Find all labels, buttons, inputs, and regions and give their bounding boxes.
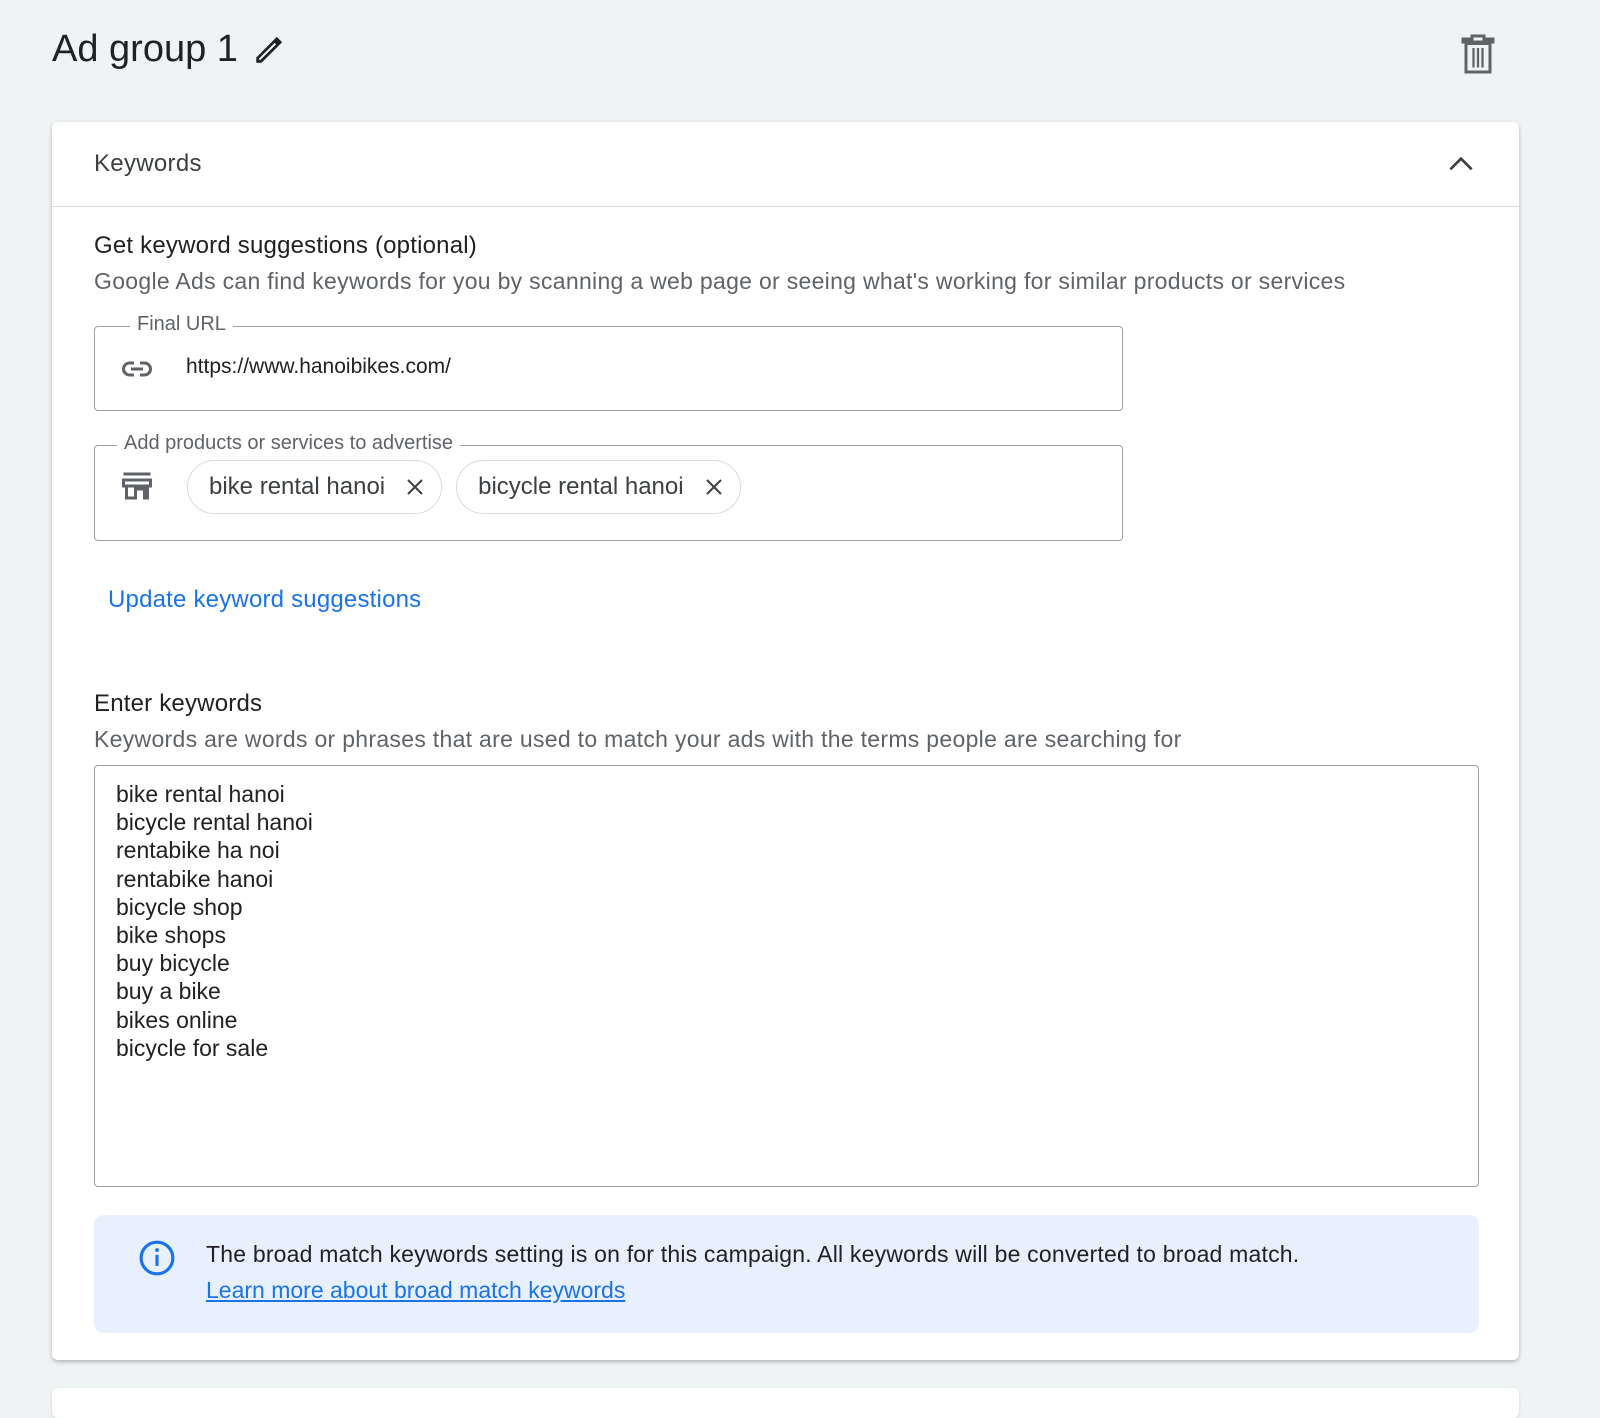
- keywords-textarea[interactable]: bike rental hanoi bicycle rental hanoi r…: [94, 765, 1479, 1187]
- close-icon[interactable]: [403, 475, 427, 499]
- chevron-up-icon[interactable]: [1445, 148, 1477, 180]
- product-chip[interactable]: bicycle rental hanoi: [456, 460, 741, 514]
- trash-icon[interactable]: [1460, 34, 1496, 74]
- store-icon: [122, 472, 152, 500]
- learn-more-link[interactable]: Learn more about broad match keywords: [206, 1277, 625, 1304]
- suggestions-title: Get keyword suggestions (optional): [94, 232, 477, 259]
- next-card: [52, 1388, 1519, 1418]
- info-icon: [139, 1240, 175, 1276]
- enter-keywords-title: Enter keywords: [94, 690, 263, 717]
- final-url-value: https://www.hanoibikes.com/: [186, 355, 451, 378]
- suggestions-description: Google Ads can find keywords for you by …: [94, 268, 1346, 294]
- products-label: Add products or services to advertise: [117, 432, 461, 455]
- keywords-card-header[interactable]: Keywords: [52, 122, 1519, 207]
- close-icon[interactable]: [702, 475, 726, 499]
- link-icon: [122, 361, 152, 377]
- product-chips: bike rental hanoi bicycle rental hanoi: [187, 460, 741, 514]
- ad-group-title: Ad group 1: [52, 28, 286, 71]
- keywords-card: Keywords Get keyword suggestions (option…: [52, 122, 1519, 1360]
- ad-group-name: Ad group 1: [52, 28, 238, 70]
- products-field[interactable]: Add products or services to advertise bi…: [94, 432, 1123, 541]
- broad-match-info-banner: The broad match keywords setting is on f…: [94, 1215, 1479, 1333]
- final-url-label: Final URL: [130, 313, 233, 336]
- pencil-icon[interactable]: [252, 33, 286, 67]
- product-chip[interactable]: bike rental hanoi: [187, 460, 443, 514]
- final-url-field[interactable]: Final URL https://www.hanoibikes.com/: [94, 313, 1123, 411]
- keywords-card-title: Keywords: [94, 150, 202, 177]
- chip-label: bike rental hanoi: [209, 473, 386, 500]
- info-text: The broad match keywords setting is on f…: [206, 1241, 1300, 1267]
- update-keyword-suggestions-link[interactable]: Update keyword suggestions: [108, 586, 421, 614]
- chip-label: bicycle rental hanoi: [478, 473, 684, 500]
- enter-keywords-description: Keywords are words or phrases that are u…: [94, 726, 1182, 752]
